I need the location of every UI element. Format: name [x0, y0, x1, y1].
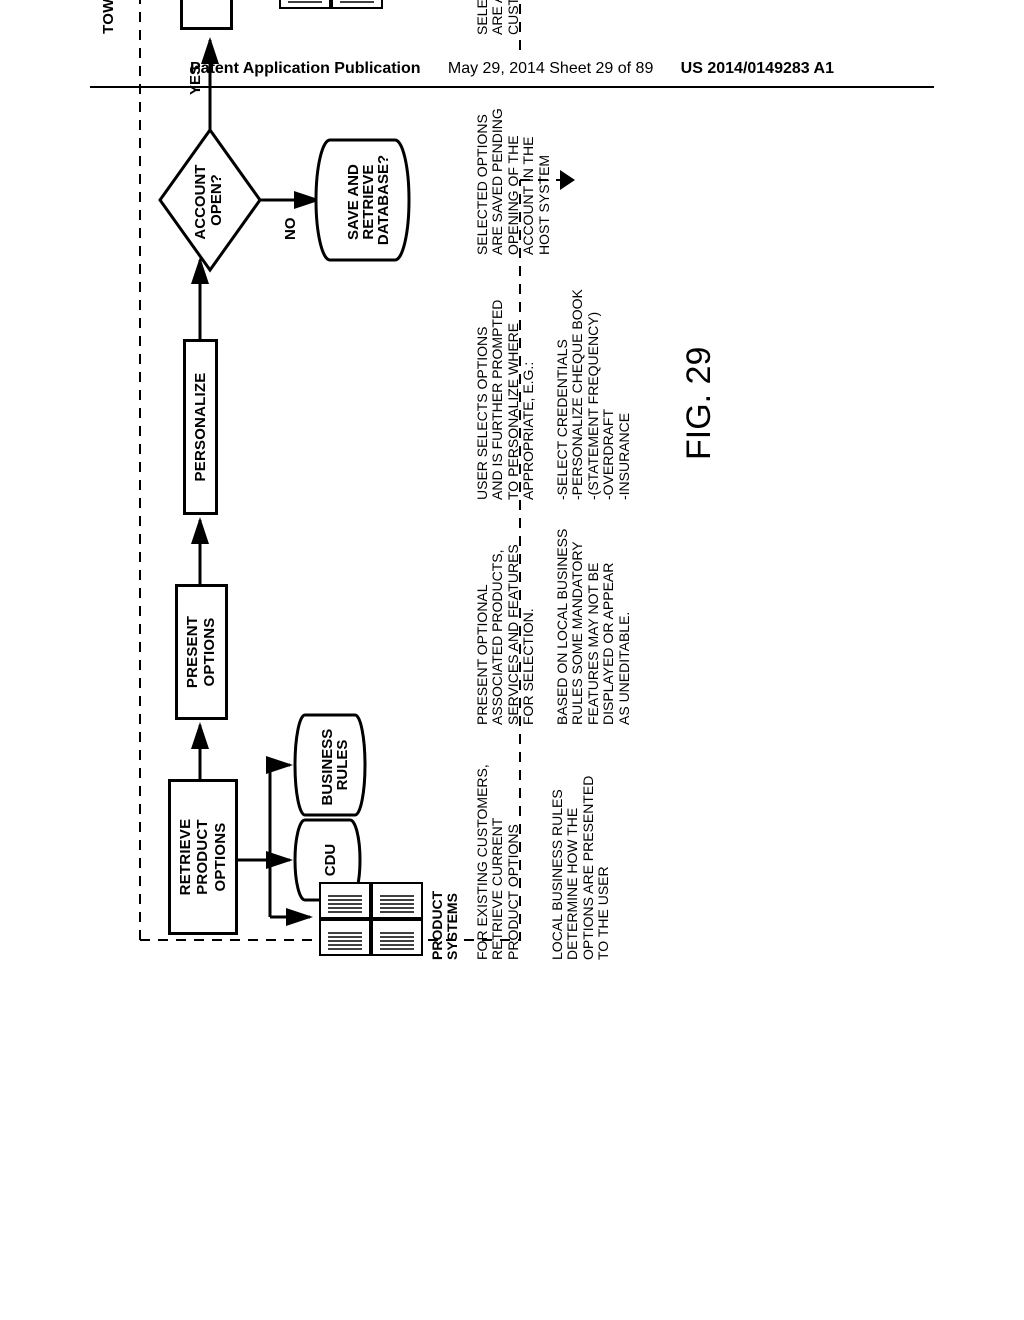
svg-text:CDU: CDU [322, 844, 339, 877]
step-retrieve-product-options: RETRIEVE PRODUCT OPTIONS [168, 779, 238, 935]
step-apply-options: APPLY OPTIONS [180, 0, 233, 30]
figure-number: FIG. 29 [680, 347, 719, 460]
caption-4: SELECTED OPTIONS ARE SAVED PENDING OPENI… [475, 75, 552, 255]
caption-2b: BASED ON LOCAL BUSINESS RULES SOME MANDA… [555, 505, 632, 725]
server-rack-icon [280, 0, 382, 8]
step2-label: PRESENT OPTIONS [184, 616, 218, 688]
figure-29: ACCOUNT OPEN? YES NO SAVE AND RETRIEVE D… [120, 0, 920, 920]
caption-2a: PRESENT OPTIONAL ASSOCIATED PRODUCTS, SE… [475, 515, 537, 725]
caption-5: SELECTED OPTIONS ARE APPLIED TO THE CUST… [475, 0, 521, 35]
decision-text: ACCOUNT OPEN? [192, 160, 225, 239]
yes-label: YES [187, 65, 204, 95]
caption-3a: USER SELECTS OPTIONS AND IS FURTHER PROM… [475, 270, 537, 500]
product-systems-label: PRODUCT SYSTEMS [430, 891, 461, 960]
svg-text:SAVE AND RETRIEVE: SAVE AND RETRIEVE DATABASE? [345, 155, 392, 245]
step3-label: PERSONALIZE [192, 373, 209, 482]
server-rack-icon [320, 883, 422, 955]
step-present-options: PRESENT OPTIONS [175, 584, 228, 720]
step1-label: RETRIEVE PRODUCT OPTIONS [177, 819, 229, 896]
svg-text:BUSINESS RULES: BUSINESS RULES [319, 725, 351, 806]
milestone-label: TOWARDS FULFILLMENT MILESTONE > [100, 0, 134, 60]
caption-1a: FOR EXISTING CUSTOMERS, RETRIEVE CURRENT… [475, 750, 521, 960]
no-label: NO [282, 217, 299, 240]
step-personalize: PERSONALIZE [183, 339, 218, 515]
caption-1b: LOCAL BUSINESS RULES DETERMINE HOW THE O… [550, 750, 612, 960]
caption-3b: -SELECT CREDENTIALS -PERSONALIZE CHEQUE … [555, 260, 632, 500]
